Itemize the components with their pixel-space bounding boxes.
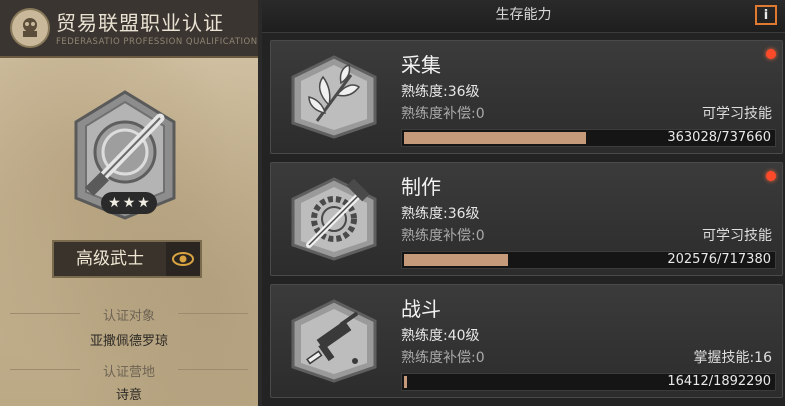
progress-bar: 363028/737660: [401, 129, 776, 147]
skill-name: 战斗: [401, 297, 441, 321]
progress-text: 202576/717380: [667, 252, 771, 267]
eye-icon[interactable]: [166, 242, 200, 276]
base-value: 诗意: [115, 388, 142, 403]
progress-fill: [404, 254, 508, 266]
skill-status: 可学习技能: [702, 106, 772, 122]
star-icon: ★: [137, 195, 150, 211]
leaves-icon: [291, 55, 377, 139]
skill-status: 可学习技能: [702, 228, 772, 244]
skill-card-combat[interactable]: 战斗 熟练度:40级 熟练度补偿:0 掌握技能:16 16412/1892290: [270, 284, 783, 398]
certificate-header: 贸易联盟职业认证 FEDERASATIO PROFESSION QUALIFIC…: [0, 0, 258, 58]
certificate-title: 贸易联盟职业认证: [56, 11, 224, 35]
info-button[interactable]: i: [755, 5, 777, 25]
skill-status: 掌握技能:16: [693, 350, 772, 366]
progress-bar: 202576/717380: [401, 251, 776, 269]
progress-text: 16412/1892290: [667, 374, 771, 389]
certificate-panel: 贸易联盟职业认证 FEDERASATIO PROFESSION QUALIFIC…: [0, 0, 262, 406]
target-value: 亚撒佩德罗琼: [89, 334, 168, 349]
skill-proficiency: 熟练度:36级: [401, 84, 480, 100]
hammer-wrench-gear-icon: [291, 177, 377, 261]
panel-title: 生存能力: [495, 7, 552, 23]
skill-compensation: 熟练度补偿:0: [401, 228, 485, 244]
certificate-subtitle: FEDERASATIO PROFESSION QUALIFICATION: [56, 37, 258, 47]
submachine-gun-icon: [291, 299, 377, 383]
skill-proficiency: 熟练度:36级: [401, 206, 480, 222]
alert-dot-icon: [766, 171, 776, 181]
skill-card-gathering[interactable]: 采集 熟练度:36级 熟练度补偿:0 可学习技能 363028/737660: [270, 40, 783, 154]
star-icon: ★: [108, 195, 121, 211]
skill-compensation: 熟练度补偿:0: [401, 106, 485, 122]
base-label: 认证营地: [102, 365, 155, 380]
alert-dot-icon: [766, 49, 776, 59]
rank-label: 高级武士: [76, 249, 144, 269]
skill-name: 制作: [401, 175, 441, 199]
progress-fill: [404, 376, 407, 388]
progress-text: 363028/737660: [667, 130, 771, 145]
target-label: 认证对象: [102, 309, 155, 324]
star-rating: ★ ★ ★: [101, 192, 157, 214]
skill-name: 采集: [401, 53, 441, 77]
star-icon: ★: [122, 195, 136, 211]
progress-bar: 16412/1892290: [401, 373, 776, 391]
progress-fill: [404, 132, 586, 144]
skill-proficiency: 熟练度:40级: [401, 328, 480, 344]
survival-skills-panel: 生存能力 i 采集 熟练度:36级 熟练度补偿:0 可学习技能 363028/7…: [262, 0, 785, 406]
rank-badge[interactable]: 高级武士: [52, 240, 202, 278]
skill-card-crafting[interactable]: 制作 熟练度:36级 熟练度补偿:0 可学习技能 202576/717380: [270, 162, 783, 276]
panel-header: 生存能力 i: [262, 0, 785, 33]
skill-compensation: 熟练度补偿:0: [401, 350, 485, 366]
federation-logo-icon: [10, 8, 50, 48]
